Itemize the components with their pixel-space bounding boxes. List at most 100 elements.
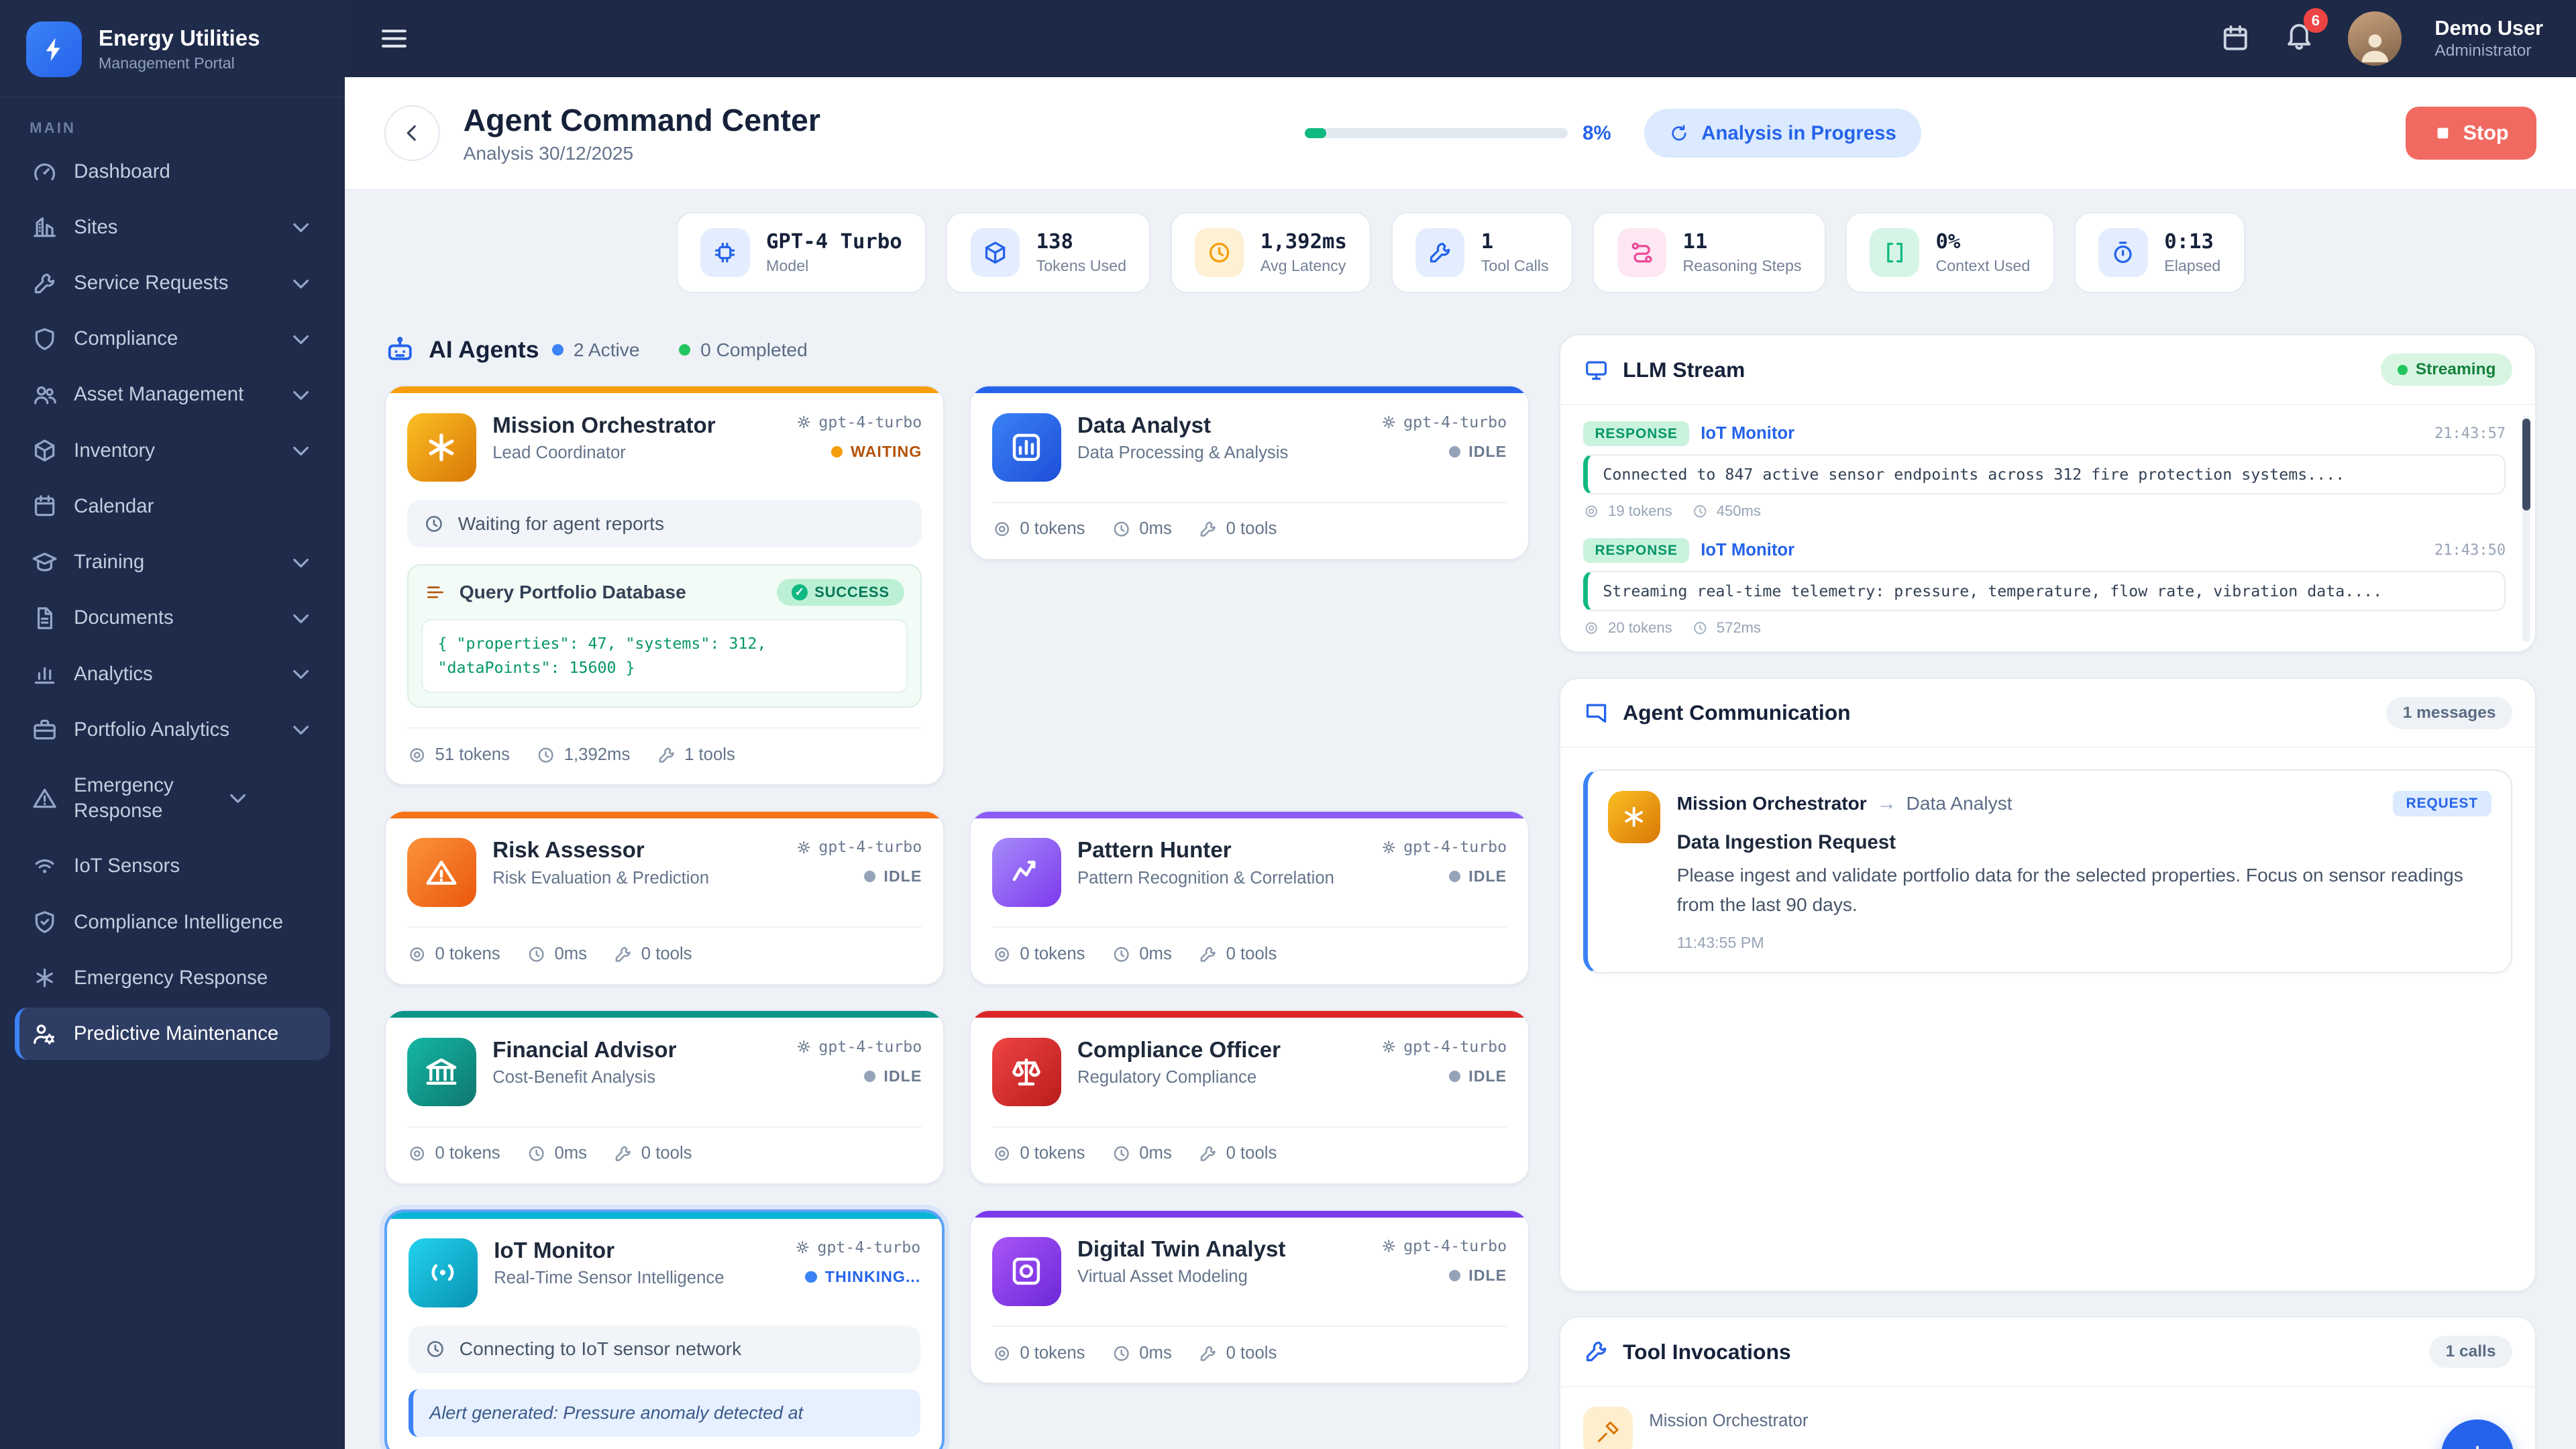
agent-activity: Waiting for agent reports <box>407 500 922 548</box>
stat-label: Tool Calls <box>1481 256 1549 274</box>
analysis-status-pill[interactable]: Analysis in Progress <box>1644 108 1921 158</box>
agent-card-risk-assessor[interactable]: Risk Assessor Risk Evaluation & Predicti… <box>384 810 945 985</box>
app-logo <box>26 21 83 78</box>
agent-role: Cost-Benefit Analysis <box>492 1067 656 1087</box>
clock-icon <box>527 1144 546 1163</box>
wrench-icon <box>32 270 58 297</box>
sidebar-item-compliance-intelligence[interactable]: Compliance Intelligence <box>15 896 330 949</box>
wrench-icon <box>613 945 633 964</box>
app-root: Energy Utilities Management Portal MAIN … <box>0 0 2576 1449</box>
chevron-down-icon <box>288 214 314 240</box>
stream-time: 21:43:50 <box>2434 542 2506 559</box>
agent-card-digital-twin-analyst[interactable]: Digital Twin Analyst Virtual Asset Model… <box>969 1209 1529 1385</box>
agent-status: IDLE <box>1468 442 1507 460</box>
nav-label: IoT Sensors <box>74 855 180 877</box>
stream-text: Connected to 847 active sensor endpoints… <box>1583 453 2506 495</box>
right-column: LLM Stream Streaming RESPONSE IoT Monito… <box>1559 334 2537 1449</box>
clock-icon <box>1194 227 1244 278</box>
agent-name: IoT Monitor <box>494 1238 615 1263</box>
stream-agent: IoT Monitor <box>1701 541 1795 560</box>
scrollbar-thumb[interactable] <box>2522 418 2530 511</box>
arrow-left-icon <box>400 121 425 146</box>
calendar-icon <box>32 493 58 519</box>
streaming-badge: Streaming <box>2381 354 2512 386</box>
agent-card-compliance-officer[interactable]: Compliance Officer Regulatory Compliance… <box>969 1010 1529 1185</box>
avatar[interactable] <box>2347 11 2402 66</box>
sidebar-item-iot-sensors[interactable]: IoT Sensors <box>15 840 330 892</box>
agent-card-data-analyst[interactable]: Data Analyst Data Processing & Analysis … <box>969 385 1529 560</box>
token-icon <box>992 1344 1012 1363</box>
agents-section-title: AI Agents <box>429 336 539 364</box>
brand-title: Energy Utilities <box>98 25 260 51</box>
clock-icon <box>1692 620 1708 636</box>
chat-icon <box>1583 700 1609 726</box>
sidebar-item-service-requests[interactable]: Service Requests <box>15 257 330 309</box>
sidebar-item-dashboard[interactable]: Dashboard <box>15 146 330 198</box>
calendar-icon[interactable] <box>2220 23 2251 54</box>
hamburger-menu-icon[interactable] <box>378 22 411 55</box>
sidebar-item-predictive-maintenance[interactable]: Predictive Maintenance <box>15 1008 331 1061</box>
notifications-button[interactable]: 6 <box>2284 8 2328 58</box>
tool-agent: Mission Orchestrator <box>1649 1411 1809 1431</box>
message-subject: Data Ingestion Request <box>1676 831 1896 854</box>
agents-column: AI Agents 2 Active 0 Completed Mission O… <box>384 334 1529 1449</box>
agent-status: IDLE <box>1468 867 1507 885</box>
agent-footer: 0 tokens 0ms 0 tools <box>407 926 922 964</box>
agent-message[interactable]: Mission Orchestrator → Data Analyst REQU… <box>1583 769 2512 973</box>
scales-icon <box>991 1037 1061 1107</box>
stats-row: GPT-4 Turbo Model 138 Tokens Used 1,392ms A… <box>345 191 2576 311</box>
warning-triangle-icon <box>32 785 58 811</box>
tool-invocation-item[interactable]: Mission Orchestrator INPUT <box>1583 1407 2512 1449</box>
agent-card-financial-advisor[interactable]: Financial Advisor Cost-Benefit Analysis … <box>384 1010 945 1185</box>
stat-label: Elapsed <box>2164 256 2221 274</box>
brand-subtitle: Management Portal <box>98 54 235 72</box>
twin-model-icon <box>991 1236 1061 1306</box>
card-accent <box>970 812 1528 818</box>
sidebar-item-analytics[interactable]: Analytics <box>15 647 330 700</box>
agent-card-iot-monitor[interactable]: IoT Monitor Real-Time Sensor Intelligenc… <box>384 1209 945 1449</box>
agent-card-mission-orchestrator[interactable]: Mission Orchestrator Lead Coordinator gp… <box>384 385 945 786</box>
bar-chart-icon <box>32 661 58 687</box>
stream-body[interactable]: RESPONSE IoT Monitor 21:43:57 Connected … <box>1560 405 2535 651</box>
gear-icon <box>796 414 812 430</box>
tool-output: { "properties": 47, "systems": 312, "dat… <box>421 619 908 694</box>
sidebar-item-documents[interactable]: Documents <box>15 592 330 644</box>
sidebar-item-training[interactable]: Training <box>15 536 330 588</box>
sidebar-item-emergency-response[interactable]: Emergency Response <box>15 759 330 837</box>
stat-tool-calls: 1 Tool Calls <box>1391 211 1573 294</box>
stat-label: Reasoning Steps <box>1682 256 1802 274</box>
sidebar-item-emergency-response-2[interactable]: Emergency Response <box>15 952 330 1004</box>
chip-icon <box>700 227 750 278</box>
message-time: 11:43:55 PM <box>1676 934 1764 952</box>
notification-badge: 6 <box>2303 8 2328 33</box>
agent-model: gpt-4-turbo <box>1403 1037 1507 1056</box>
message-to: Data Analyst <box>1906 792 2012 814</box>
chevron-down-icon <box>288 382 314 408</box>
wrench-icon <box>1583 1338 1609 1364</box>
progress-percent: 8% <box>1582 121 1611 144</box>
stop-button[interactable]: Stop <box>2405 106 2537 160</box>
sidebar-item-calendar[interactable]: Calendar <box>15 480 330 533</box>
box-icon <box>32 437 58 464</box>
stat-value: 1 <box>1481 230 1494 254</box>
agent-card-pattern-hunter[interactable]: Pattern Hunter Pattern Recognition & Cor… <box>969 810 1529 985</box>
message-from: Mission Orchestrator <box>1676 792 1867 814</box>
content: AI Agents 2 Active 0 Completed Mission O… <box>345 311 2576 1449</box>
stat-value: 0:13 <box>2164 230 2214 254</box>
back-button[interactable] <box>384 105 441 162</box>
stop-icon <box>2434 124 2452 142</box>
briefcase-icon <box>32 716 58 743</box>
shield-check-icon <box>32 909 58 935</box>
clock-icon <box>423 513 445 535</box>
sidebar-item-compliance[interactable]: Compliance <box>15 313 330 365</box>
clock-icon <box>1112 519 1131 539</box>
sidebar-item-asset-management[interactable]: Asset Management <box>15 368 330 421</box>
tool-name: Query Portfolio Database <box>459 581 686 602</box>
sidebar-item-portfolio-analytics[interactable]: Portfolio Analytics <box>15 704 330 756</box>
nav-label: Emergency Response <box>74 966 268 989</box>
sidebar-item-inventory[interactable]: Inventory <box>15 425 330 477</box>
sidebar-item-sites[interactable]: Sites <box>15 201 330 254</box>
tool-result-box: Query Portfolio Database ✓ SUCCESS { "pro… <box>407 564 922 708</box>
agent-model: gpt-4-turbo <box>1403 838 1507 857</box>
card-accent <box>386 386 944 394</box>
